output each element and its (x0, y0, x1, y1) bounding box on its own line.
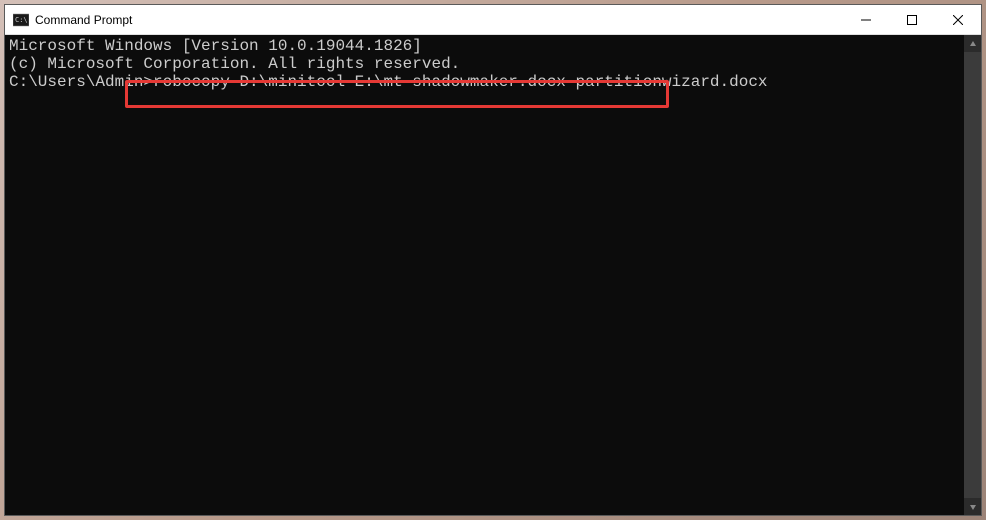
command-text: robocopy D:\minitool E:\mt shadowmaker.d… (153, 73, 768, 91)
window-controls (843, 5, 981, 34)
close-button[interactable] (935, 5, 981, 35)
prompt-line: C:\Users\Admin>robocopy D:\minitool E:\m… (9, 73, 960, 91)
terminal-line: (c) Microsoft Corporation. All rights re… (9, 55, 960, 73)
scroll-up-arrow-icon[interactable] (964, 35, 981, 52)
scroll-thumb[interactable] (964, 52, 981, 498)
titlebar[interactable]: C:\ Command Prompt (5, 5, 981, 35)
window-title: Command Prompt (35, 13, 843, 27)
minimize-button[interactable] (843, 5, 889, 35)
terminal-area[interactable]: Microsoft Windows [Version 10.0.19044.18… (5, 35, 981, 515)
vertical-scrollbar[interactable] (964, 35, 981, 515)
terminal-line: Microsoft Windows [Version 10.0.19044.18… (9, 37, 960, 55)
maximize-button[interactable] (889, 5, 935, 35)
svg-text:C:\: C:\ (15, 16, 28, 24)
app-icon: C:\ (13, 12, 29, 28)
scroll-down-arrow-icon[interactable] (964, 498, 981, 515)
command-prompt-window: C:\ Command Prompt Microsoft Windows [Ve… (4, 4, 982, 516)
terminal-content: Microsoft Windows [Version 10.0.19044.18… (5, 35, 964, 515)
scroll-track[interactable] (964, 52, 981, 498)
prompt-prefix: C:\Users\Admin> (9, 73, 153, 91)
